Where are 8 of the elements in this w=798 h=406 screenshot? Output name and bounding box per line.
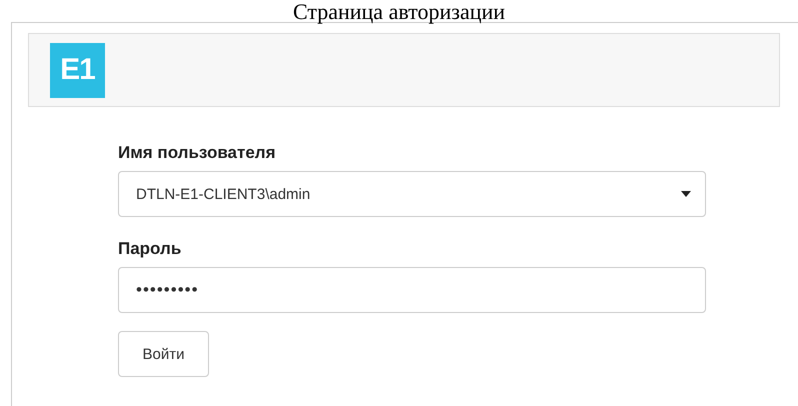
field-label: Имя пользователя	[118, 143, 276, 163]
field-label: Пароль	[118, 239, 182, 259]
caret-icon	[681, 191, 691, 197]
password-field[interactable]: •••••••••	[118, 267, 706, 313]
login-button[interactable]: Войти	[118, 331, 209, 377]
logo: E1	[50, 42, 105, 98]
username-select[interactable]: DTLN-E1-CLIENT3\admin	[118, 171, 706, 217]
page-title: Страница авторизации	[292, 0, 506, 24]
